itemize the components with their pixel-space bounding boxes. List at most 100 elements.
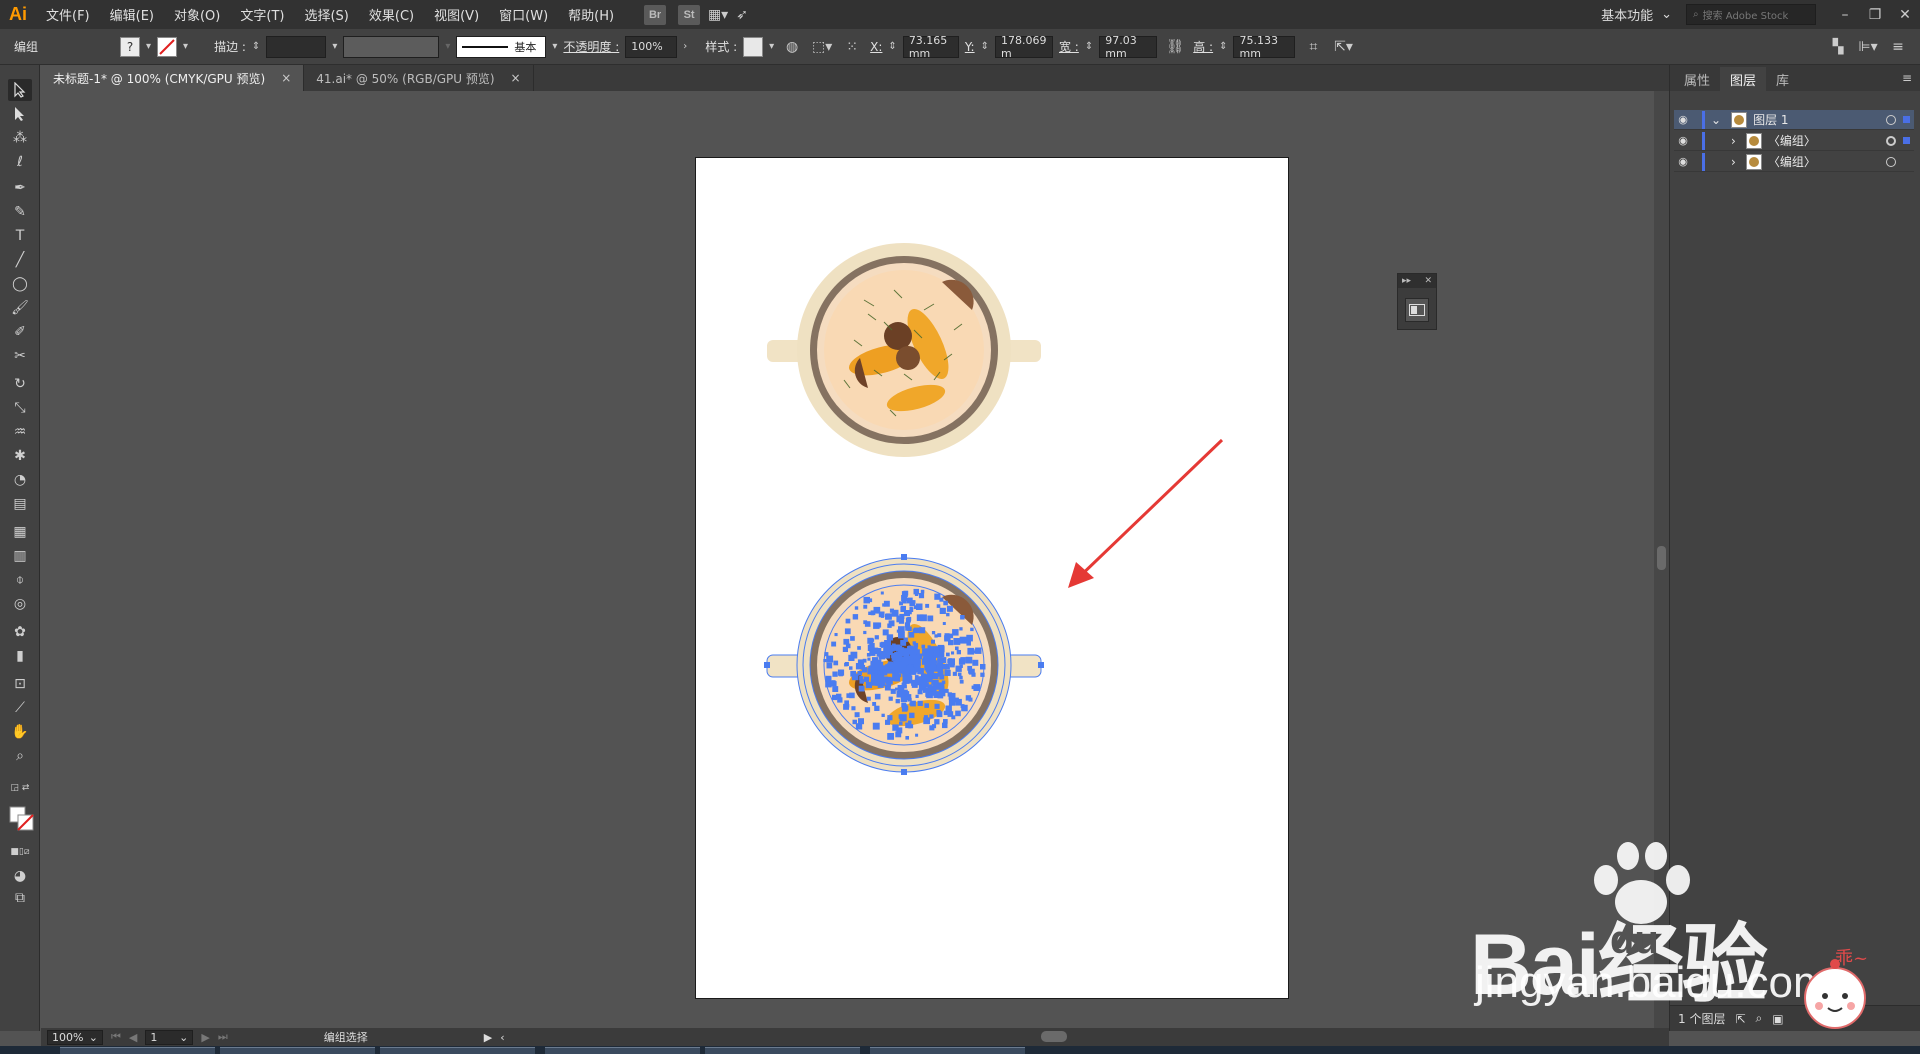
chevron-down-icon[interactable]: ▾	[183, 41, 188, 52]
perspective-grid-tool-icon[interactable]: ▤	[8, 493, 32, 515]
layer-row[interactable]: ◉ ⌄ 图层 1	[1674, 110, 1914, 130]
constrain-proportions-icon[interactable]: ⛓	[1163, 35, 1187, 59]
direct-selection-tool-icon[interactable]	[8, 103, 32, 125]
reference-point-icon[interactable]: ⁙	[840, 35, 864, 59]
zoom-tool-icon[interactable]: ⌕	[8, 745, 32, 767]
canvas-area[interactable]: ▸▸ ✕	[41, 91, 1654, 1028]
mesh-tool-icon[interactable]: ▦	[8, 521, 32, 543]
curvature-tool-icon[interactable]: ✎	[8, 201, 32, 223]
paintbrush-tool-icon[interactable]: 🖌	[8, 297, 32, 319]
menu-help[interactable]: 帮助(H)	[558, 0, 624, 29]
panel-menu-icon[interactable]: ≡	[1902, 71, 1912, 85]
recolor-artwork-icon[interactable]: ◍	[780, 35, 804, 59]
gradient-panel-icon[interactable]	[1405, 298, 1429, 322]
workspace-switcher[interactable]: 基本功能 ⌄	[1587, 5, 1686, 24]
restore-icon[interactable]: ❐	[1860, 0, 1890, 29]
tab-layers[interactable]: 图层	[1720, 67, 1767, 91]
selected-soup-bowl[interactable]	[764, 554, 1044, 775]
arrange-panels-icon[interactable]: ▚	[1826, 35, 1850, 59]
default-colors-icon[interactable]: ◲ ⇄	[8, 777, 32, 799]
graphic-style-swatch[interactable]	[743, 36, 764, 57]
chevron-down-icon[interactable]: ▾	[769, 41, 774, 52]
menu-type[interactable]: 文字(T)	[230, 0, 294, 29]
shaper-tool-icon[interactable]: ✐	[8, 321, 32, 343]
stroke-weight-input[interactable]	[266, 35, 327, 58]
stock-search-input[interactable]: ⌕ 搜索 Adobe Stock	[1686, 4, 1816, 25]
status-menu-arrow-icon[interactable]: ▶	[484, 1031, 492, 1044]
chevron-right-icon[interactable]: ›	[683, 41, 687, 52]
group-name[interactable]: 〈编组〉	[1768, 132, 1816, 149]
drawing-modes-icon[interactable]: ◕	[8, 865, 32, 887]
color-mode-icon[interactable]: ■▯⧄	[8, 841, 32, 863]
target-circle-icon[interactable]	[1886, 114, 1896, 125]
taskbar-item[interactable]	[870, 1047, 1025, 1054]
panel-options-icon[interactable]: ⊫▾	[1856, 35, 1880, 59]
close-icon[interactable]: ✕	[1890, 0, 1920, 29]
transform-icon[interactable]: ⌗	[1301, 35, 1325, 59]
scroll-thumb[interactable]	[1657, 546, 1666, 570]
expand-chevron-icon[interactable]: ⌄	[1711, 113, 1721, 127]
collapse-icon[interactable]: ▸▸	[1402, 276, 1411, 286]
layer-name[interactable]: 图层 1	[1753, 111, 1788, 128]
brush-definition[interactable]: 基本	[456, 35, 547, 58]
graph-tool-icon[interactable]: ▮	[8, 645, 32, 667]
artboard-navigator[interactable]: 1 ⌄	[145, 1029, 194, 1045]
opacity-input[interactable]: 100%	[625, 35, 678, 58]
stroke-swatch[interactable]	[157, 36, 178, 57]
scale-tool-icon[interactable]: ⤡	[8, 397, 32, 419]
hand-tool-icon[interactable]: ✋	[8, 721, 32, 743]
variable-width-profile[interactable]	[343, 35, 440, 58]
height-label[interactable]: 高 :	[1193, 38, 1213, 55]
zoom-select[interactable]: 100% ⌄	[47, 1029, 103, 1045]
artboard-tool-icon[interactable]: ⊡	[8, 673, 32, 695]
vertical-scrollbar[interactable]	[1654, 91, 1669, 1028]
line-tool-icon[interactable]: ╱	[8, 249, 32, 271]
taskbar-item[interactable]	[380, 1047, 535, 1054]
pen-tool-icon[interactable]: ✒	[8, 177, 32, 199]
taskbar-item[interactable]	[705, 1047, 860, 1054]
clip-icon[interactable]: ▣	[1772, 1012, 1783, 1026]
gradient-tool-icon[interactable]: ▥	[8, 545, 32, 567]
type-tool-icon[interactable]: T	[8, 225, 32, 247]
layer-row[interactable]: ◉ › 〈编组〉	[1674, 152, 1914, 172]
expand-chevron-icon[interactable]: ›	[1731, 134, 1736, 148]
taskbar-item[interactable]	[220, 1047, 375, 1054]
y-input[interactable]: 178.069 m	[994, 34, 1053, 60]
height-stepper[interactable]: ⇕	[1219, 41, 1227, 52]
arrange-documents-icon[interactable]: ▦▾	[706, 3, 730, 27]
fill-swatch[interactable]: ?	[120, 36, 140, 57]
lasso-tool-icon[interactable]: ℓ	[8, 151, 32, 173]
scroll-left-icon[interactable]: ‹	[500, 1031, 504, 1044]
menu-select[interactable]: 选择(S)	[294, 0, 358, 29]
blend-tool-icon[interactable]: ◎	[8, 593, 32, 615]
fill-stroke-icon[interactable]	[8, 805, 36, 833]
align-icon[interactable]: ⬚▾	[810, 35, 834, 59]
tab-41-ai[interactable]: 41.ai* @ 50% (RGB/GPU 预览) ×	[304, 65, 534, 91]
screen-mode-icon[interactable]: ⧉	[8, 887, 32, 909]
target-circle-icon[interactable]	[1886, 135, 1896, 146]
warp-tool-icon[interactable]: ♒	[8, 421, 32, 443]
export-icon[interactable]: ⇱	[1735, 1012, 1745, 1026]
menu-icon[interactable]: ≡	[1886, 35, 1910, 59]
puppet-warp-tool-icon[interactable]: ✱	[8, 445, 32, 467]
x-label[interactable]: X:	[870, 40, 882, 54]
last-artboard-icon[interactable]: ⏭	[218, 1030, 228, 1044]
stroke-stepper[interactable]: ⇕	[252, 41, 260, 52]
x-stepper[interactable]: ⇕	[888, 41, 896, 52]
tab-properties[interactable]: 属性	[1674, 67, 1720, 91]
menu-object[interactable]: 对象(O)	[164, 0, 230, 29]
height-input[interactable]: 75.133 mm	[1233, 34, 1296, 60]
target-circle-icon[interactable]	[1886, 156, 1896, 167]
y-stepper[interactable]: ⇕	[981, 41, 989, 52]
next-artboard-icon[interactable]: ▶	[201, 1031, 209, 1044]
chevron-down-icon[interactable]: ▾	[552, 41, 557, 52]
layer-row[interactable]: ◉ › 〈编组〉	[1674, 131, 1914, 151]
menu-window[interactable]: 窗口(W)	[489, 0, 558, 29]
horizontal-scroll-thumb[interactable]	[1041, 1031, 1067, 1042]
taskbar-item[interactable]	[545, 1047, 700, 1054]
chevron-down-icon[interactable]: ▾	[332, 41, 337, 52]
visibility-eye-icon[interactable]: ◉	[1674, 113, 1692, 126]
menu-view[interactable]: 视图(V)	[424, 0, 489, 29]
visibility-eye-icon[interactable]: ◉	[1674, 134, 1692, 147]
scissors-tool-icon[interactable]: ✂	[8, 345, 32, 367]
